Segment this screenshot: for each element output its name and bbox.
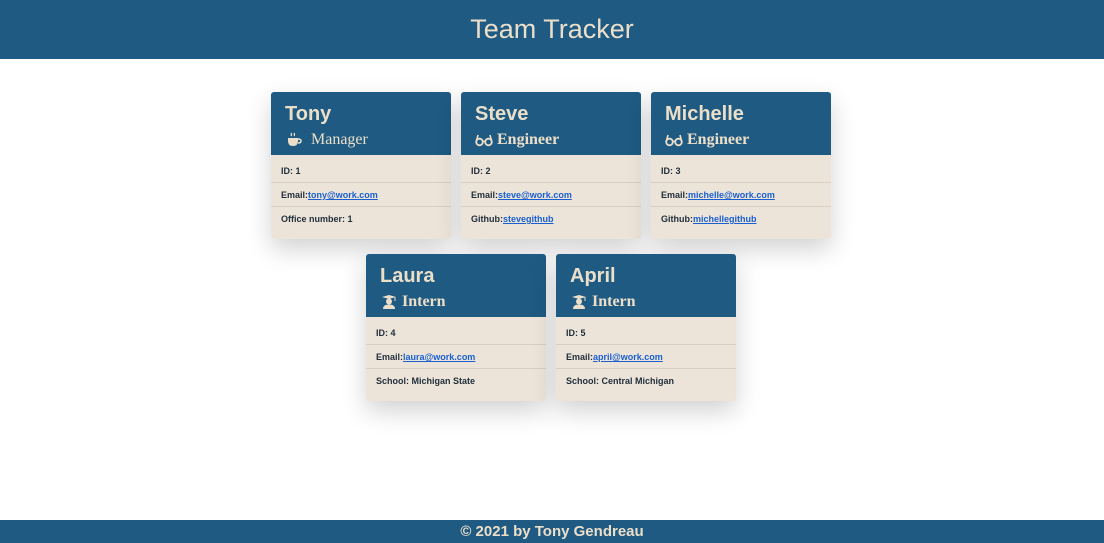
role-label: Manager <box>311 131 368 148</box>
employee-email-row: Email:steve@work.com <box>461 183 641 207</box>
employee-github-row: Github:michellegithub <box>651 207 831 231</box>
email-link[interactable]: laura@work.com <box>403 352 475 362</box>
role-label: Engineer <box>497 131 560 148</box>
email-link[interactable]: tony@work.com <box>308 190 378 200</box>
github-label: Github: <box>661 214 693 224</box>
page-header: Team Tracker <box>0 0 1104 59</box>
employee-card-steve: Steve Engineer ID: 2 Email:steve@work.co… <box>461 92 641 239</box>
email-label: Email: <box>376 352 404 362</box>
employee-id: ID: 5 <box>556 321 736 345</box>
employee-email-row: Email:tony@work.com <box>271 183 451 207</box>
card-header: Tony Manager <box>271 92 451 155</box>
card-header: April Intern <box>556 254 736 317</box>
role-label: Engineer <box>687 131 750 148</box>
employee-card-tony: Tony Manager ID: 1 Email:tony@work.com O… <box>271 92 451 239</box>
glasses-icon <box>475 131 493 149</box>
employee-card-laura: Laura Intern ID: 4 Email:laura@work.com … <box>366 254 546 401</box>
employee-role: Engineer <box>475 131 641 149</box>
employee-email-row: Email:april@work.com <box>556 345 736 369</box>
email-label: Email: <box>661 190 689 200</box>
employee-card-michelle: Michelle Engineer ID: 3 Email:michelle@w… <box>651 92 831 239</box>
employee-role: Intern <box>380 293 546 311</box>
school: School: Central Michigan <box>566 376 675 386</box>
employee-role: Intern <box>570 293 736 311</box>
card-body: ID: 5 Email:april@work.com School: Centr… <box>556 317 736 401</box>
email-label: Email: <box>281 190 309 200</box>
employee-name: Steve <box>475 103 529 125</box>
office-number: Office number: 1 <box>281 214 353 224</box>
github-label: Github: <box>471 214 503 224</box>
card-body: ID: 1 Email:tony@work.com Office number:… <box>271 155 451 239</box>
copyright-text: © 2021 by Tony Gendreau <box>460 523 644 540</box>
employee-name: Laura <box>380 265 435 287</box>
employee-email-row: Email:michelle@work.com <box>651 183 831 207</box>
card-header: Laura Intern <box>366 254 546 317</box>
github-link[interactable]: stevegithub <box>503 214 554 224</box>
card-body: ID: 2 Email:steve@work.com Github:steveg… <box>461 155 641 239</box>
email-link[interactable]: steve@work.com <box>498 190 572 200</box>
employee-name: April <box>570 265 616 287</box>
graduate-icon <box>380 293 398 311</box>
glasses-icon <box>665 131 683 149</box>
employee-email-row: Email:laura@work.com <box>366 345 546 369</box>
role-label: Intern <box>402 293 446 310</box>
employee-role: Engineer <box>665 131 831 149</box>
employee-id: ID: 3 <box>651 159 831 183</box>
employee-id: ID: 4 <box>366 321 546 345</box>
github-link[interactable]: michellegithub <box>693 214 757 224</box>
card-body: ID: 3 Email:michelle@work.com Github:mic… <box>651 155 831 239</box>
email-link[interactable]: michelle@work.com <box>688 190 775 200</box>
employee-id: ID: 2 <box>461 159 641 183</box>
email-label: Email: <box>566 352 594 362</box>
card-header: Steve Engineer <box>461 92 641 155</box>
page-title: Team Tracker <box>470 14 634 44</box>
email-label: Email: <box>471 190 499 200</box>
employee-id: ID: 1 <box>271 159 451 183</box>
employee-card-april: April Intern ID: 5 Email:april@work.com … <box>556 254 736 401</box>
card-header: Michelle Engineer <box>651 92 831 155</box>
employee-role: Manager <box>285 131 451 149</box>
page-footer: © 2021 by Tony Gendreau <box>0 520 1104 543</box>
graduate-icon <box>570 293 588 311</box>
school: School: Michigan State <box>376 376 476 386</box>
employee-name: Tony <box>285 103 332 125</box>
email-link[interactable]: april@work.com <box>593 352 663 362</box>
employee-github-row: Github:stevegithub <box>461 207 641 231</box>
role-label: Intern <box>592 293 636 310</box>
employee-name: Michelle <box>665 103 744 125</box>
card-body: ID: 4 Email:laura@work.com School: Michi… <box>366 317 546 401</box>
coffee-icon <box>285 131 303 149</box>
